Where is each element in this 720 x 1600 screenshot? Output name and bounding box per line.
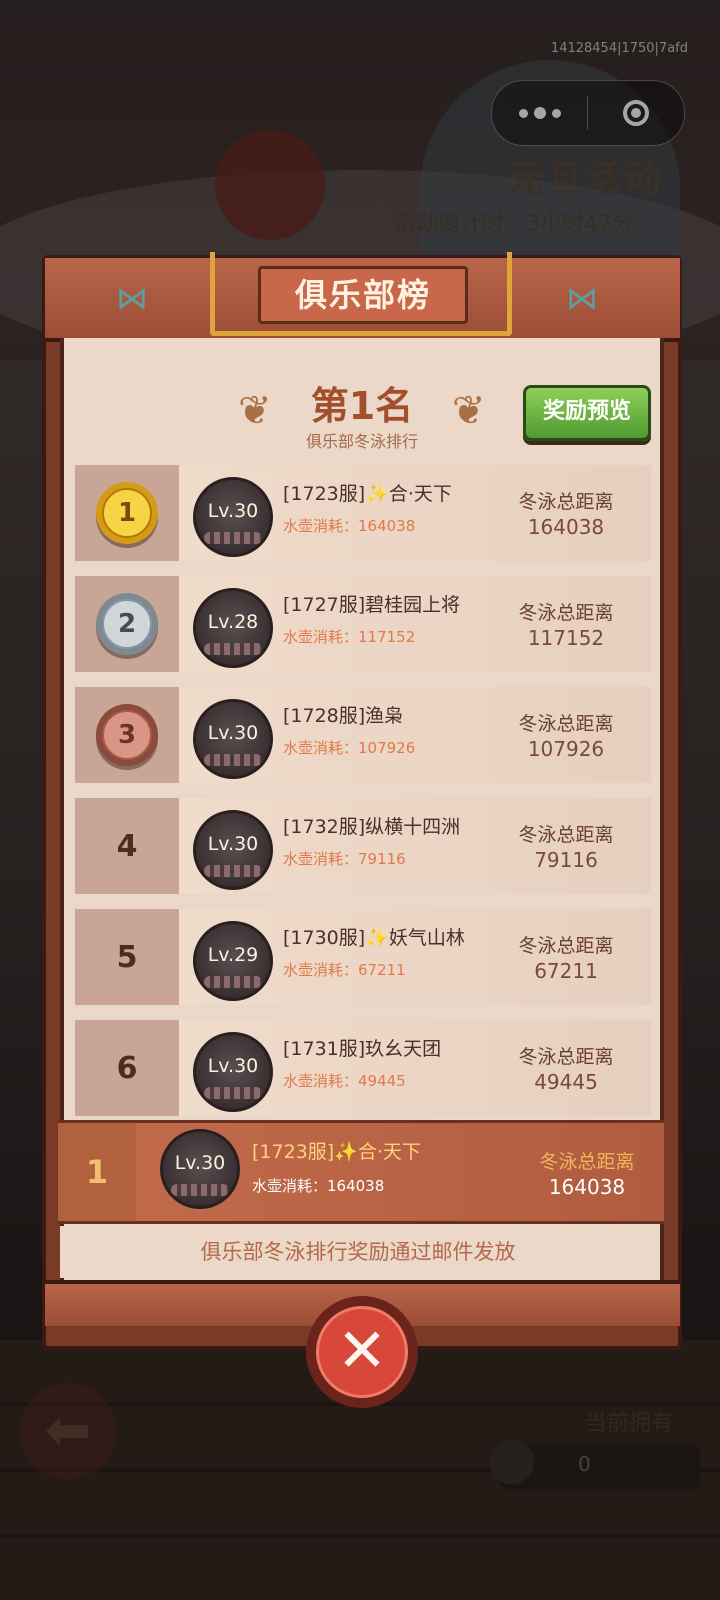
ranking-row[interactable]: 6 Lv.30 [1731服]玖幺天团 水壶消耗：49445 冬泳总距离 494… — [72, 1017, 654, 1119]
kettle-consume: 水壶消耗：107926 — [283, 739, 416, 757]
distance-value: 164038 — [527, 515, 605, 539]
distance-value: 117152 — [527, 626, 605, 650]
row-body: Lv.29 [1730服]✨妖气山林 水壶消耗：67211 冬泳总距离 6721… — [179, 909, 651, 1005]
close-x-icon: ✕ — [316, 1306, 408, 1398]
gold-medal-icon: 1 — [96, 482, 158, 544]
my-rank-header: 第1名 俱乐部冬泳排行 — [262, 375, 462, 452]
distance-value: 49445 — [534, 1070, 598, 1094]
rank-cell: 2 — [75, 576, 179, 672]
row-body: Lv.30 [1723服]✨合·天下 水壶消耗：164038 冬泳总距离 164… — [179, 465, 651, 561]
kettle-consume: 水壶消耗：164038 — [252, 1177, 385, 1195]
panel-title: 俱乐部榜 — [294, 276, 431, 314]
row-body: Lv.30 [1728服]渔枭 水壶消耗：107926 冬泳总距离 107926 — [179, 687, 651, 783]
avatar: Lv.30 — [193, 1032, 273, 1112]
close-button[interactable]: ✕ — [306, 1296, 418, 1408]
distance-label: 冬泳总距离 — [539, 1151, 635, 1173]
distance-label: 冬泳总距离 — [518, 824, 614, 846]
fish-icon: ⋈ — [566, 279, 598, 317]
kettle-consume: 水壶消耗：79116 — [283, 850, 406, 868]
my-rank-number: 1 — [58, 1123, 136, 1221]
club-name: [1730服]✨妖气山林 — [283, 927, 465, 949]
panel-title-plate: 俱乐部榜 — [258, 266, 468, 324]
ranking-row[interactable]: 1 Lv.30 [1723服]✨合·天下 水壶消耗：164038 冬泳总距离 1… — [72, 462, 654, 564]
kettle-consume: 水壶消耗：67211 — [283, 961, 406, 979]
kettle-consume: 水壶消耗：49445 — [283, 1072, 406, 1090]
avatar: Lv.30 — [160, 1129, 240, 1209]
my-row-body: Lv.30 [1723服]✨合·天下 水壶消耗：164038 冬泳总距离 164… — [136, 1123, 664, 1221]
club-name: [1723服]✨合·天下 — [252, 1141, 421, 1163]
avatar: Lv.29 — [193, 921, 273, 1001]
distance-label: 冬泳总距离 — [518, 713, 614, 735]
club-name: [1727服]碧桂园上将 — [283, 594, 461, 616]
distance-value: 79116 — [534, 848, 598, 872]
ranking-row[interactable]: 3 Lv.30 [1728服]渔枭 水壶消耗：107926 冬泳总距离 1079… — [72, 684, 654, 786]
ranking-row[interactable]: 2 Lv.28 [1727服]碧桂园上将 水壶消耗：117152 冬泳总距离 1… — [72, 573, 654, 675]
distance-label: 冬泳总距离 — [518, 602, 614, 624]
kettle-consume: 水壶消耗：164038 — [283, 517, 416, 535]
avatar: Lv.30 — [193, 699, 273, 779]
rank-number: 4 — [116, 828, 138, 864]
rank-cell: 3 — [75, 687, 179, 783]
distance-value: 107926 — [527, 737, 605, 761]
silver-medal-icon: 2 — [96, 593, 158, 655]
reward-preview-button[interactable]: 奖励预览 — [523, 385, 651, 441]
ranking-row[interactable]: 5 Lv.29 [1730服]✨妖气山林 水壶消耗：67211 冬泳总距离 67… — [72, 906, 654, 1008]
my-rank-subtitle: 俱乐部冬泳排行 — [305, 432, 418, 451]
avatar: Lv.30 — [193, 810, 273, 890]
reward-mail-note: 俱乐部冬泳排行奖励通过邮件发放 — [60, 1226, 656, 1278]
avatar: Lv.28 — [193, 588, 273, 668]
fish-icon: ⋈ — [116, 279, 148, 317]
row-body: Lv.28 [1727服]碧桂园上将 水壶消耗：117152 冬泳总距离 117… — [179, 576, 651, 672]
distance-value: 67211 — [534, 959, 598, 983]
row-body: Lv.30 [1732服]纵横十四洲 水壶消耗：79116 冬泳总距离 7911… — [179, 798, 651, 894]
my-rank-title: 第1名 — [310, 384, 414, 428]
distance-value: 164038 — [548, 1175, 626, 1199]
avatar: Lv.30 — [193, 477, 273, 557]
bronze-medal-icon: 3 — [96, 704, 158, 766]
distance-label: 冬泳总距离 — [518, 491, 614, 513]
rank-cell: 1 — [75, 465, 179, 561]
rank-number: 5 — [116, 939, 138, 975]
distance-label: 冬泳总距离 — [518, 1046, 614, 1068]
rank-number: 6 — [116, 1050, 138, 1086]
club-name: [1723服]✨合·天下 — [283, 483, 452, 505]
distance-label: 冬泳总距离 — [518, 935, 614, 957]
ranking-row[interactable]: 4 Lv.30 [1732服]纵横十四洲 水壶消耗：79116 冬泳总距离 79… — [72, 795, 654, 897]
club-name: [1728服]渔枭 — [283, 705, 404, 727]
kettle-consume: 水壶消耗：117152 — [283, 628, 416, 646]
my-club-row[interactable]: 1 Lv.30 [1723服]✨合·天下 水壶消耗：164038 冬泳总距离 1… — [58, 1120, 664, 1224]
club-name: [1732服]纵横十四洲 — [283, 816, 461, 838]
row-body: Lv.30 [1731服]玖幺天团 水壶消耗：49445 冬泳总距离 49445 — [179, 1020, 651, 1116]
club-name: [1731服]玖幺天团 — [283, 1038, 442, 1060]
